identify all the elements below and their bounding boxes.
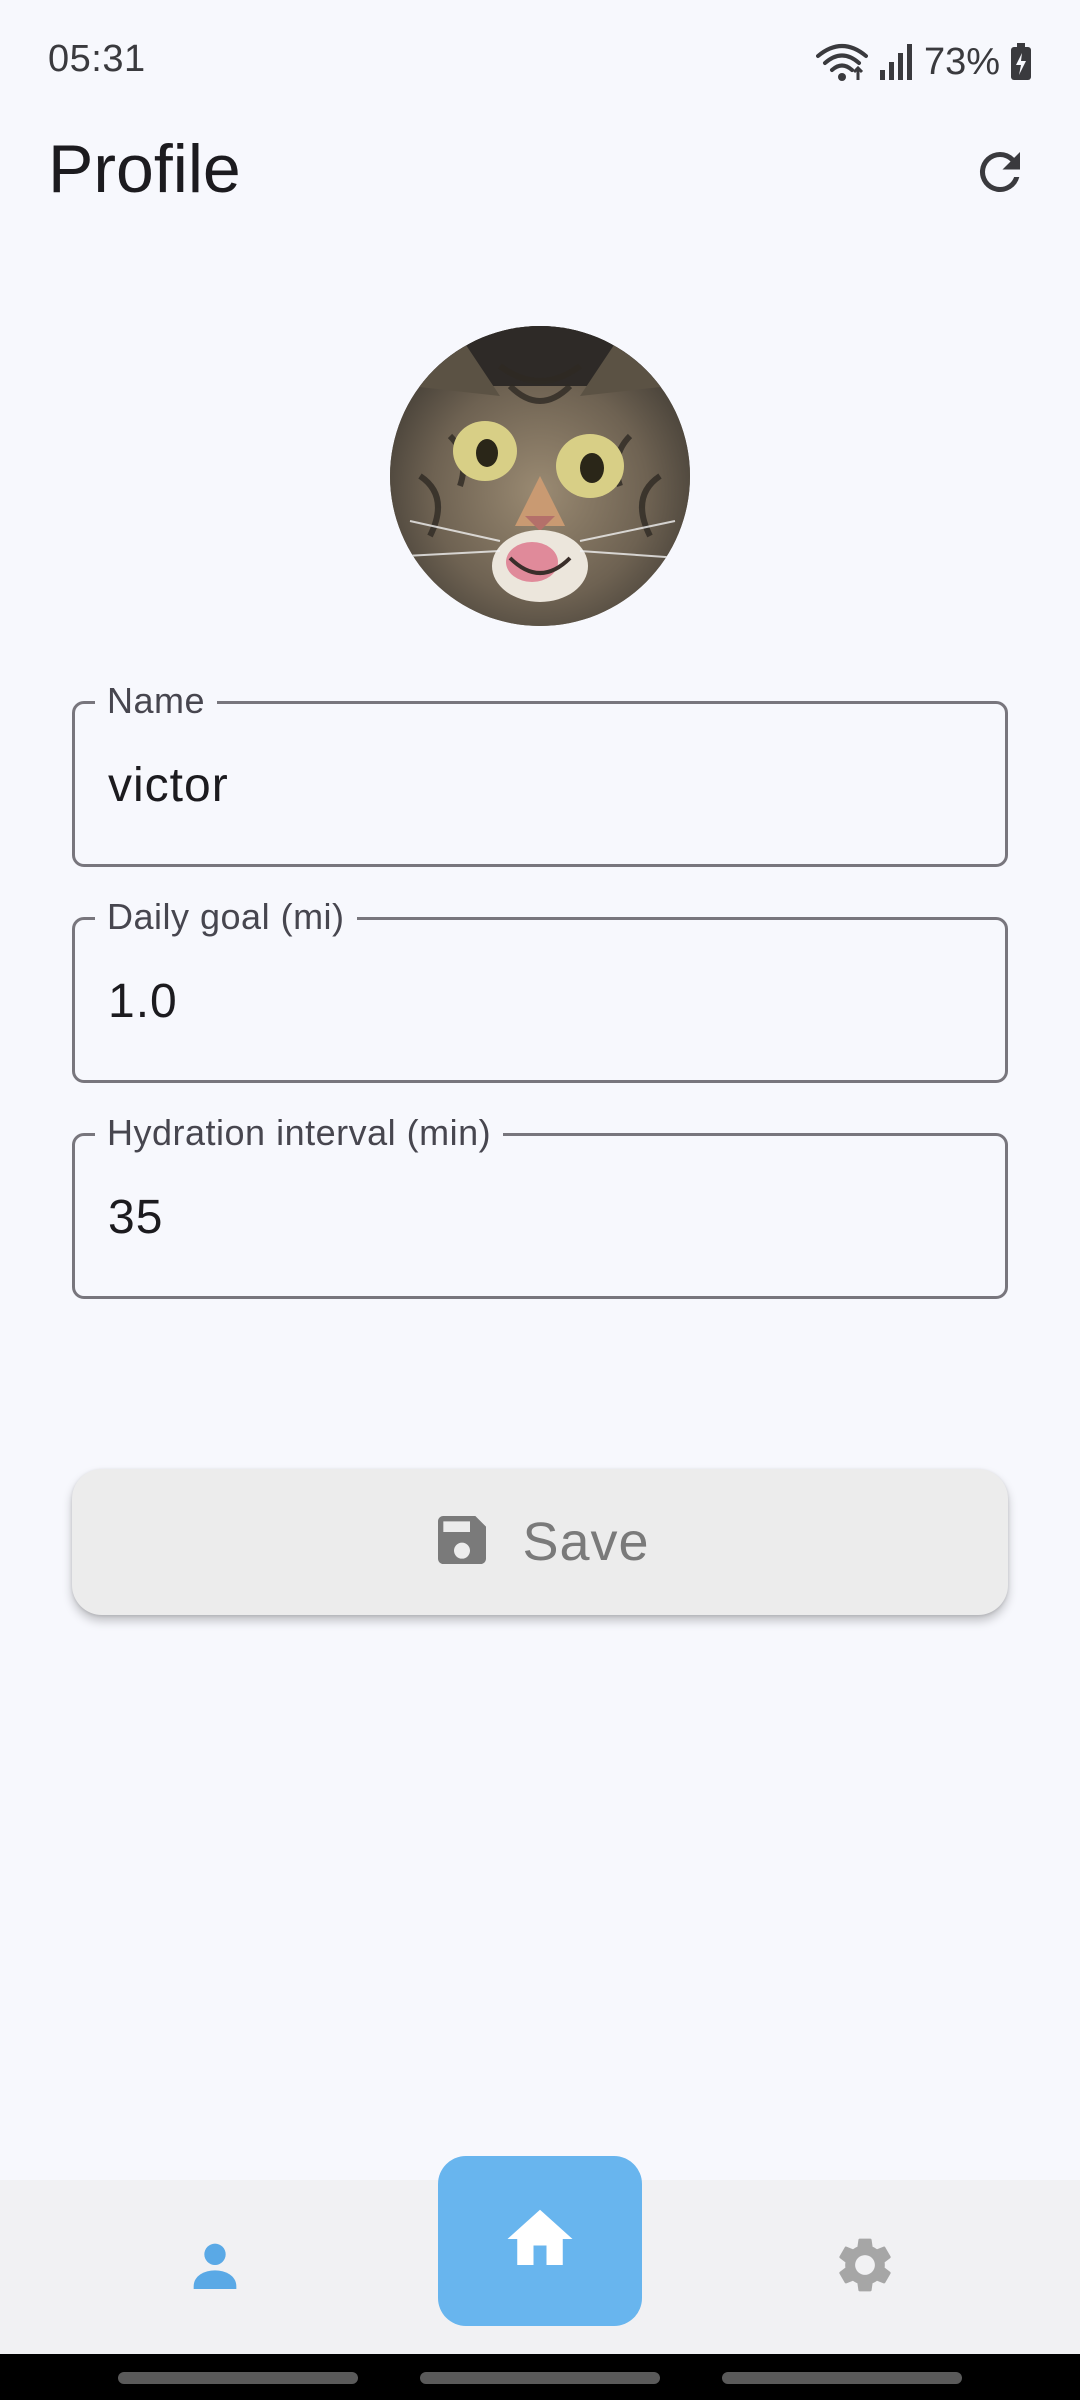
system-home-pill[interactable] [420,2372,660,2384]
profile-screen: 05:31 73% Profile Name victor Daily goal… [0,0,1080,2400]
refresh-icon [970,142,1030,207]
app-bar: Profile [0,120,1080,220]
avatar[interactable] [390,326,690,626]
status-icons: 73% [815,38,1032,86]
battery-charging-icon [1010,43,1032,81]
bottom-navigation [0,2156,1080,2354]
home-icon [501,2200,579,2283]
signal-icon [878,42,914,82]
system-navigation-bar [0,2354,1080,2400]
daily-goal-input[interactable] [108,968,968,1034]
system-recents-pill[interactable] [118,2372,358,2384]
system-back-pill[interactable] [722,2372,962,2384]
hydration-interval-input[interactable] [108,1184,968,1250]
save-button-label: Save [522,1512,650,1572]
status-time: 05:31 [48,38,146,80]
gear-icon [832,2232,898,2303]
name-field[interactable]: Name [72,680,1008,867]
wifi-icon [815,42,868,82]
hydration-interval-field[interactable]: Hydration interval (min) [72,1112,1008,1299]
cat-photo [390,326,690,626]
name-field-label: Name [95,680,218,722]
daily-goal-field-label: Daily goal (mi) [95,896,357,938]
person-icon [183,2233,247,2302]
battery-percentage: 73% [923,40,1000,83]
nav-item-home[interactable] [438,2156,642,2326]
name-input[interactable] [108,752,968,818]
daily-goal-field[interactable]: Daily goal (mi) [72,896,1008,1083]
nav-item-profile[interactable] [140,2180,290,2354]
refresh-button[interactable] [964,138,1036,210]
hydration-interval-field-label: Hydration interval (min) [95,1112,504,1154]
save-icon [430,1508,494,1577]
nav-item-settings[interactable] [790,2180,940,2354]
status-bar: 05:31 73% [0,0,1080,120]
save-button[interactable]: Save [72,1469,1008,1615]
page-title: Profile [48,131,241,207]
